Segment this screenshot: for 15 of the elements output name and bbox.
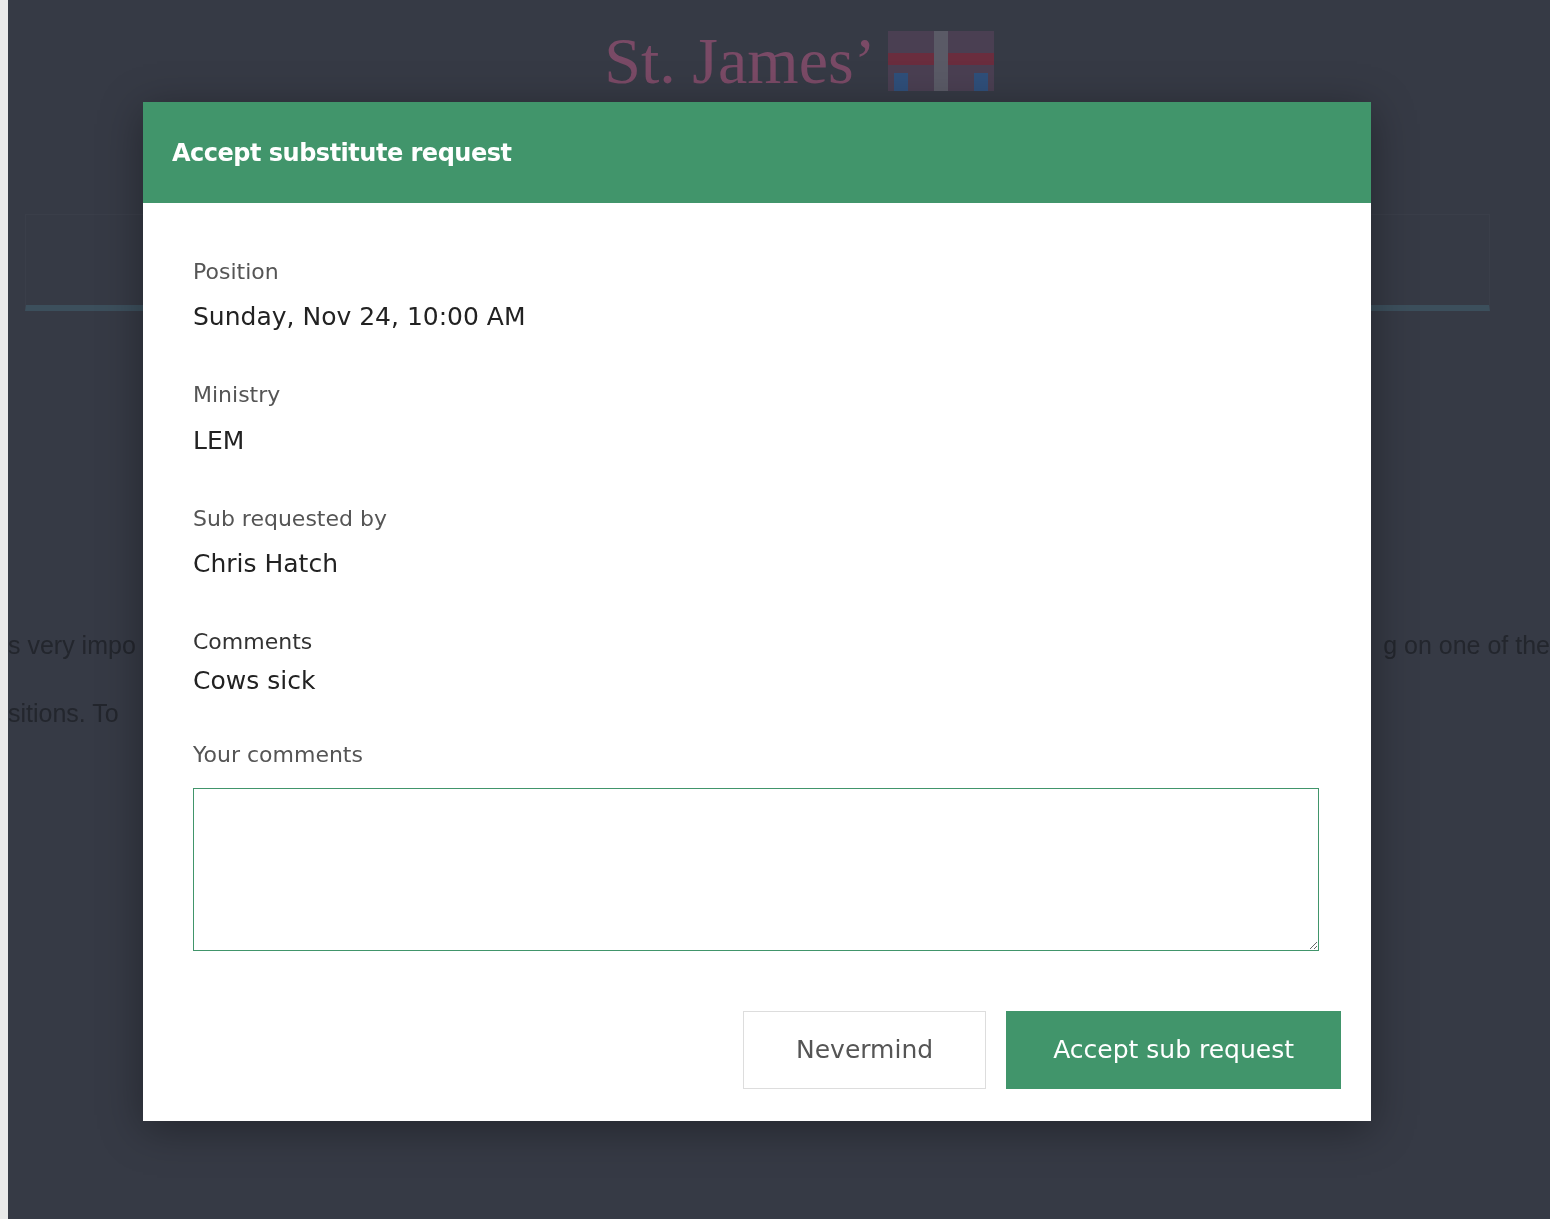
field-label: Position: [193, 259, 280, 286]
field-value: LEM: [193, 425, 246, 456]
cancel-button[interactable]: Nevermind: [743, 1010, 987, 1089]
field-label: Comments: [193, 629, 314, 656]
field-label: Sub requested by: [193, 505, 388, 533]
flag-logo-icon: [887, 31, 994, 91]
field-value: Chris Hatch: [193, 549, 339, 580]
field-value: Cows sick: [193, 665, 317, 696]
dialog-title: Accept substitute request: [172, 138, 512, 167]
comments-input-field[interactable]: [193, 787, 1319, 951]
field-value: Sunday, Nov 24, 10:00 AM: [193, 302, 527, 333]
field-label: Ministry: [193, 382, 282, 409]
church-logo-text: St. James’: [604, 28, 876, 94]
accept-button[interactable]: Accept sub request: [1006, 1010, 1341, 1089]
field-label: Your comments: [193, 741, 364, 768]
